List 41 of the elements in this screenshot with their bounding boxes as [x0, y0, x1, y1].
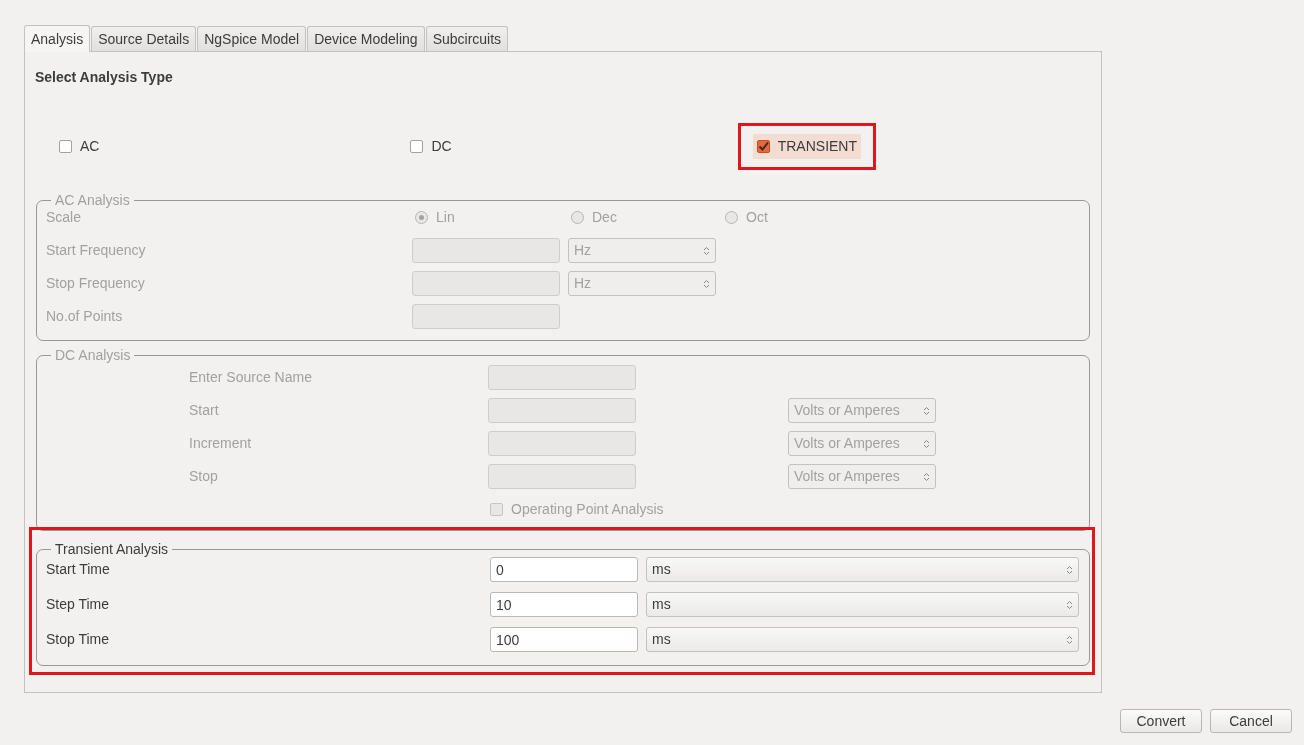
spin-arrows-icon — [703, 278, 710, 289]
checkbox[interactable] — [59, 139, 72, 153]
spin-arrows-icon — [1066, 599, 1073, 610]
field-label: Scale — [46, 208, 83, 227]
group-title: AC Analysis — [54, 192, 131, 208]
field-label: No.of Points — [46, 307, 124, 326]
dialog-button[interactable]: Convert — [1120, 709, 1202, 733]
spin-arrows-icon — [703, 245, 710, 256]
field-label: Start — [189, 401, 220, 420]
checkbox[interactable] — [410, 139, 424, 153]
spin-arrows-icon — [1066, 634, 1073, 645]
field-label: Stop — [189, 467, 219, 486]
section-heading: Select Analysis Type — [35, 68, 174, 84]
tab[interactable]: Analysis — [24, 25, 91, 52]
spin-arrows-icon — [923, 405, 930, 416]
tab[interactable]: Source Details — [91, 26, 197, 51]
field-label: Step Time — [46, 595, 111, 614]
tab[interactable]: Subcircuits — [425, 26, 509, 51]
text-field[interactable]: 100 — [490, 627, 638, 652]
checkbox-label[interactable]: DC — [431, 135, 452, 157]
dialog-button[interactable]: Cancel — [1210, 709, 1292, 733]
spin-arrows-icon — [1066, 564, 1073, 575]
tab[interactable]: Device Modeling — [307, 26, 425, 51]
group-title: DC Analysis — [54, 347, 132, 363]
unit-dropdown[interactable]: ms — [646, 557, 1079, 582]
field-label: Enter Source Name — [189, 368, 313, 387]
group-title: Transient Analysis — [54, 541, 170, 557]
field-label: Stop Time — [46, 630, 111, 649]
field-label: Start Frequency — [46, 241, 147, 260]
text-field[interactable]: 10 — [490, 592, 638, 617]
field-label: Stop Frequency — [46, 274, 146, 293]
spin-arrows-icon — [923, 438, 930, 449]
unit-dropdown[interactable]: ms — [646, 627, 1079, 652]
tab[interactable]: NgSpice Model — [197, 26, 307, 51]
field-label: Increment — [189, 434, 253, 453]
spin-arrows-icon — [923, 471, 930, 482]
text-field[interactable]: 0 — [490, 557, 638, 582]
field-label: Start Time — [46, 560, 111, 579]
unit-dropdown[interactable]: ms — [646, 592, 1079, 617]
checkbox-label[interactable]: AC — [80, 135, 100, 157]
checkbox[interactable] — [756, 139, 770, 153]
